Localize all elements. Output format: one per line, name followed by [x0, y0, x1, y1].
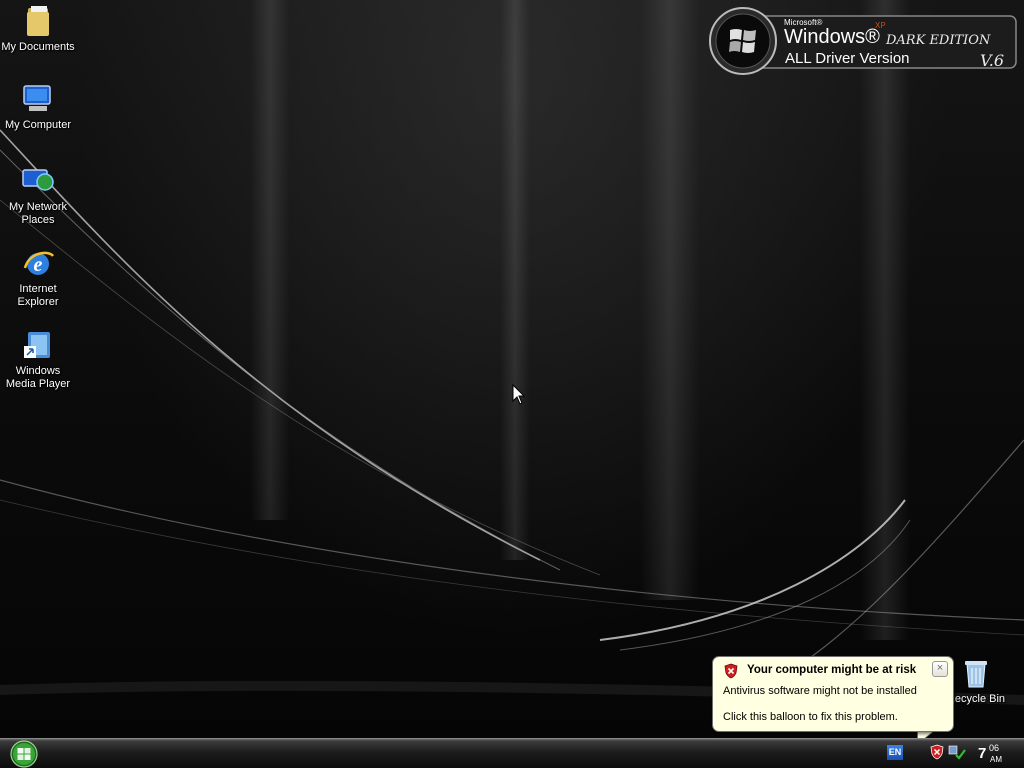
desktop-icon-label: My Documents: [1, 41, 75, 53]
windows-logo-banner: Microsoft® Windows® XP DARK EDITION ALL …: [709, 7, 1017, 75]
clock-ampm: AM: [990, 755, 1002, 764]
network-places-icon: [22, 169, 54, 191]
desktop-icon-label: Internet Explorer: [17, 283, 59, 308]
desktop-icon-my-documents[interactable]: My Documents: [0, 4, 76, 54]
security-center-tray-icon[interactable]: [930, 744, 944, 760]
security-alert-balloon[interactable]: Your computer might be at risk × Antivir…: [712, 656, 954, 732]
desktop-icon-my-network-places[interactable]: My Network Places: [0, 164, 76, 227]
desktop-icon-label: My Computer: [4, 119, 72, 131]
clock-minutes: 06: [989, 743, 1000, 753]
desktop: My Documents My Computer My Network Plac…: [0, 0, 1024, 738]
start-button[interactable]: [8, 740, 40, 768]
balloon-fix-link[interactable]: Click this balloon to fix this problem.: [723, 711, 898, 723]
balloon-close-button[interactable]: ×: [932, 661, 948, 677]
desktop-icon-my-computer[interactable]: My Computer: [0, 82, 76, 132]
svg-text:V.6: V.6: [980, 51, 1004, 70]
mouse-cursor-icon: [512, 384, 526, 405]
svg-text:XP: XP: [875, 21, 886, 30]
network-connection-tray-icon[interactable]: [948, 744, 966, 760]
folder-documents-icon: [27, 6, 49, 36]
clock-hour: 7: [978, 745, 987, 762]
security-shield-icon: [724, 663, 738, 679]
desktop-icon-label: Windows Media Player: [5, 365, 71, 390]
desktop-icon-internet-explorer[interactable]: e Internet Explorer: [0, 246, 76, 309]
desktop-icon-windows-media-player[interactable]: Windows Media Player: [0, 328, 76, 391]
desktop-icon-label: My Network Places: [8, 201, 68, 226]
svg-text:DARK EDITION: DARK EDITION: [885, 33, 991, 48]
wallpaper-image: [0, 0, 1024, 705]
language-indicator[interactable]: EN: [887, 745, 903, 760]
media-player-icon: [24, 332, 50, 358]
balloon-title: Your computer might be at risk: [747, 664, 917, 676]
recycle-bin-icon: [965, 661, 987, 688]
svg-text:e: e: [34, 254, 43, 276]
svg-text:ALL Driver Version: ALL Driver Version: [785, 50, 910, 67]
taskbar: EN 7 06 AM: [0, 738, 1024, 768]
svg-text:Windows®: Windows®: [784, 26, 880, 48]
internet-explorer-icon: e: [23, 251, 55, 276]
balloon-message: Antivirus software might not be installe…: [723, 685, 917, 697]
computer-icon: [23, 85, 51, 111]
